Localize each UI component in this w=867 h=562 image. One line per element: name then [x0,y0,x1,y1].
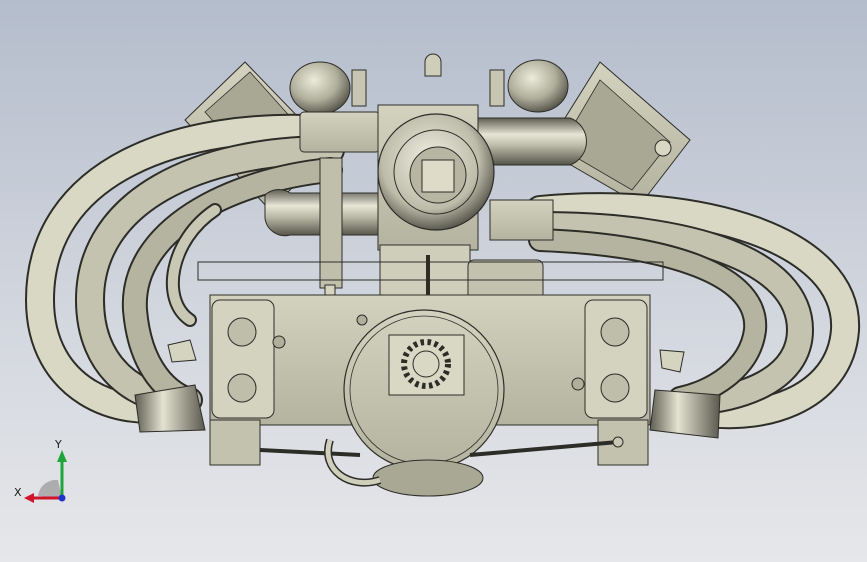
engine-cad-model[interactable] [0,0,867,562]
x-axis-label: X [14,486,22,499]
cad-3d-viewport[interactable]: Y X [0,0,867,562]
throttle-body[interactable] [377,113,495,231]
y-axis-label: Y [55,438,62,451]
coordinate-triad-icon: Y X [10,438,80,508]
right-collector[interactable] [649,389,721,439]
front-gear-cover[interactable] [343,309,505,497]
left-intake-plenum[interactable] [289,61,351,115]
right-intake-plenum[interactable] [507,59,569,113]
